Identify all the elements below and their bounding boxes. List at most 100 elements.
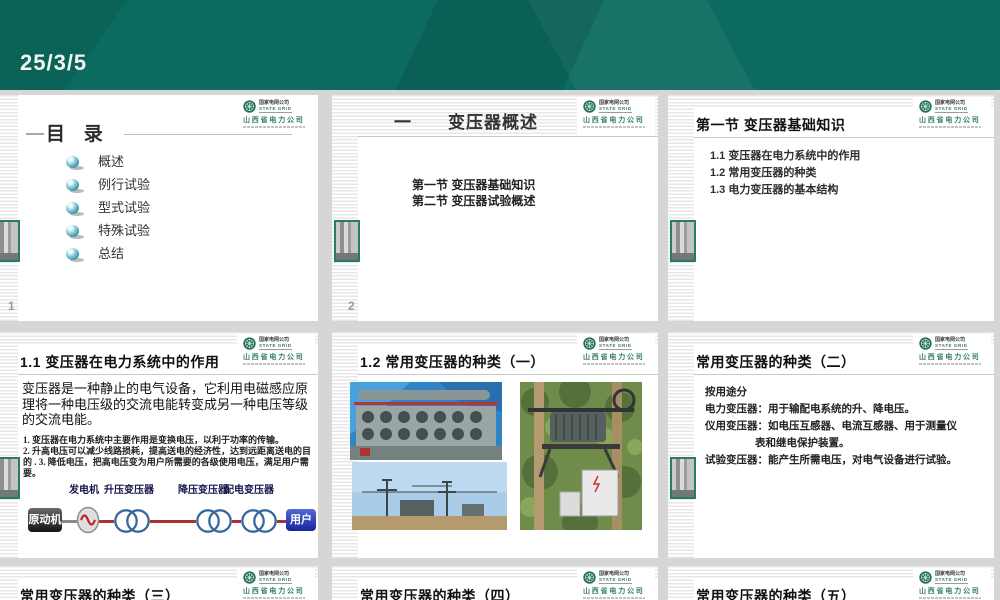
stategrid-emblem-icon [243,337,256,350]
section-item: 第一节 变压器基础知识 [412,178,536,192]
toc-item[interactable]: 特殊试验 [66,224,150,239]
logo-branch-name: 山西省电力公司 [243,117,305,124]
stategrid-emblem-icon [583,100,596,113]
stategrid-emblem-icon [919,337,932,350]
slide-edge-photo [334,220,360,262]
logo-company-name: 国家电网公司 [599,99,630,106]
slide-5-thumbnail[interactable]: 1.2 常用变压器的种类（一） 国家电网公司 STATE GRID 山西省电力公… [332,332,658,558]
stategrid-emblem-icon [583,337,596,350]
usage-line: 仪用变压器：如电压互感器、电流互感器、用于测量仪 [705,420,957,432]
stategrid-emblem-icon [243,571,256,584]
toc-title: 目 录 [46,124,110,145]
toc-item[interactable]: 概述 [66,155,150,170]
slide-edge-stripes [668,95,694,321]
stategrid-logo: 国家电网公司 STATE GRID 山西省电力公司 [913,98,991,136]
logo-branch-name: 山西省电力公司 [243,354,305,361]
toc-item[interactable]: 例行试验 [66,177,151,193]
logo-company-en: STATE GRID [599,576,632,584]
logo-company-name: 国家电网公司 [259,336,290,343]
stategrid-logo: 国家电网公司 STATE GRID 山西省电力公司 [237,569,315,600]
toc-title-dash [26,133,44,135]
logo-branch-en-line [243,597,305,599]
logo-company-name: 国家电网公司 [599,336,630,343]
stategrid-logo: 国家电网公司 STATE GRID 山西省电力公司 [577,98,655,136]
slide-2-thumbnail[interactable]: 一 变压器概述 国家电网公司 STATE GRID 山西省电力公司 第一节 变压… [332,95,658,321]
slide-edge-photo [0,457,20,499]
slide-edge-photo [670,457,696,499]
toc-item[interactable]: 总结 [66,247,150,262]
stepup-transformer-symbol-icon [114,508,150,534]
slide-edge-stripes [332,566,358,600]
slide-edge-stripes [0,95,18,321]
logo-branch-en-line [919,126,981,128]
date-label: 25/3/5 [20,50,88,75]
stategrid-logo: 国家电网公司 STATE GRID 山西省电力公司 [237,98,315,136]
toc-list: 概述 例行试验 型式试验 特殊试验 总结 [66,155,150,270]
toc-item[interactable]: 型式试验 [66,200,151,216]
usage-line: 电力变压器：用于输配电系统的升、降电压。 [705,403,915,415]
toc-item-label: 例行试验 [98,177,151,192]
photo-pole-mounted-transformer [520,382,642,530]
toc-item-label: 型式试验 [98,200,151,215]
slide-edge-stripes [0,332,18,558]
slide-7-thumbnail[interactable]: 常用变压器的种类（三） 国家电网公司 STATE GRID 山西省电力公司 [0,566,318,600]
header-rule [358,374,658,375]
prime-mover-box: 原动机 [28,508,62,532]
logo-branch-en-line [583,363,645,365]
slide-title: 常用变压器的种类（四） [360,588,520,600]
stepdown-transformer-symbol-icon [196,508,232,534]
logo-company-en: STATE GRID [935,342,968,350]
photo-substation-transformer-bank [350,382,502,460]
slide-4-thumbnail[interactable]: 1.1 变压器在电力系统中的作用 国家电网公司 STATE GRID 山西省电力… [0,332,318,558]
top-banner: 25/3/5 [0,0,1000,90]
stategrid-logo: 国家电网公司 STATE GRID 山西省电力公司 [913,569,991,600]
stategrid-emblem-icon [919,100,932,113]
header-rule [694,374,994,375]
slide-title: 1.1 变压器在电力系统中的作用 [20,354,220,370]
stategrid-emblem-icon [583,571,596,584]
photo-outdoor-substation [352,462,507,530]
header-rule [18,374,318,375]
slide-title: 1.2 常用变压器的种类（一） [360,354,545,370]
slide-number: 1 [8,299,15,313]
logo-company-en: STATE GRID [259,576,292,584]
logo-branch-en-line [583,126,645,128]
sphere-bullet-icon [66,156,79,168]
header-rule [694,137,994,138]
outline-list: 1.1 变压器在电力系统中的作用 1.2 常用变压器的种类 1.3 电力变压器的… [710,148,860,199]
slide-title: 常用变压器的种类（三） [20,588,180,600]
logo-branch-en-line [243,126,305,128]
header-rule [358,136,658,137]
stategrid-emblem-icon [919,571,932,584]
logo-branch-name: 山西省电力公司 [919,354,981,361]
logo-company-name: 国家电网公司 [259,99,290,106]
logo-branch-en-line [919,597,981,599]
distribution-transformer-symbol-icon [241,508,277,534]
logo-company-en: STATE GRID [259,342,292,350]
sphere-bullet-icon [66,225,79,237]
slide-9-thumbnail[interactable]: 常用变压器的种类（五） 国家电网公司 STATE GRID 山西省电力公司 [668,566,994,600]
logo-company-en: STATE GRID [935,576,968,584]
usage-line: 表和继电保护装置。 [755,437,850,449]
logo-branch-name: 山西省电力公司 [583,354,645,361]
slide-edge-photo [0,220,20,262]
slide-6-thumbnail[interactable]: 常用变压器的种类（二） 国家电网公司 STATE GRID 山西省电力公司 按用… [668,332,994,558]
slide-1-thumbnail[interactable]: 国家电网公司 STATE GRID 山西省电力公司 目 录 概述 例行试验 型式… [0,95,318,321]
logo-company-name: 国家电网公司 [935,99,966,106]
logo-branch-en-line [243,363,305,365]
slide-title: 第一节 变压器基础知识 [696,117,846,133]
section-item: 第二节 变压器试验概述 [412,194,536,208]
logo-branch-name: 山西省电力公司 [919,588,981,595]
stategrid-logo: 国家电网公司 STATE GRID 山西省电力公司 [577,335,655,373]
logo-company-name: 国家电网公司 [599,570,630,577]
sphere-bullet-icon [66,248,79,260]
outline-item: 1.1 变压器在电力系统中的作用 [710,150,861,162]
section-list: 第一节 变压器基础知识 第二节 变压器试验概述 [412,177,535,209]
slide-3-thumbnail[interactable]: 第一节 变压器基础知识 国家电网公司 STATE GRID 山西省电力公司 1.… [668,95,994,321]
note-paragraph-1: 1. 变压器在电力系统中主要作用是变换电压，以利于功率的传输。 [23,435,285,445]
slide-8-thumbnail[interactable]: 常用变压器的种类（四） 国家电网公司 STATE GRID 山西省电力公司 [332,566,658,600]
outline-item: 1.2 常用变压器的种类 [710,167,817,179]
slide-title: 常用变压器的种类（五） [696,588,856,600]
toc-title-line [124,134,292,135]
distribution-transformer-label: 配电变压器 [224,485,274,496]
